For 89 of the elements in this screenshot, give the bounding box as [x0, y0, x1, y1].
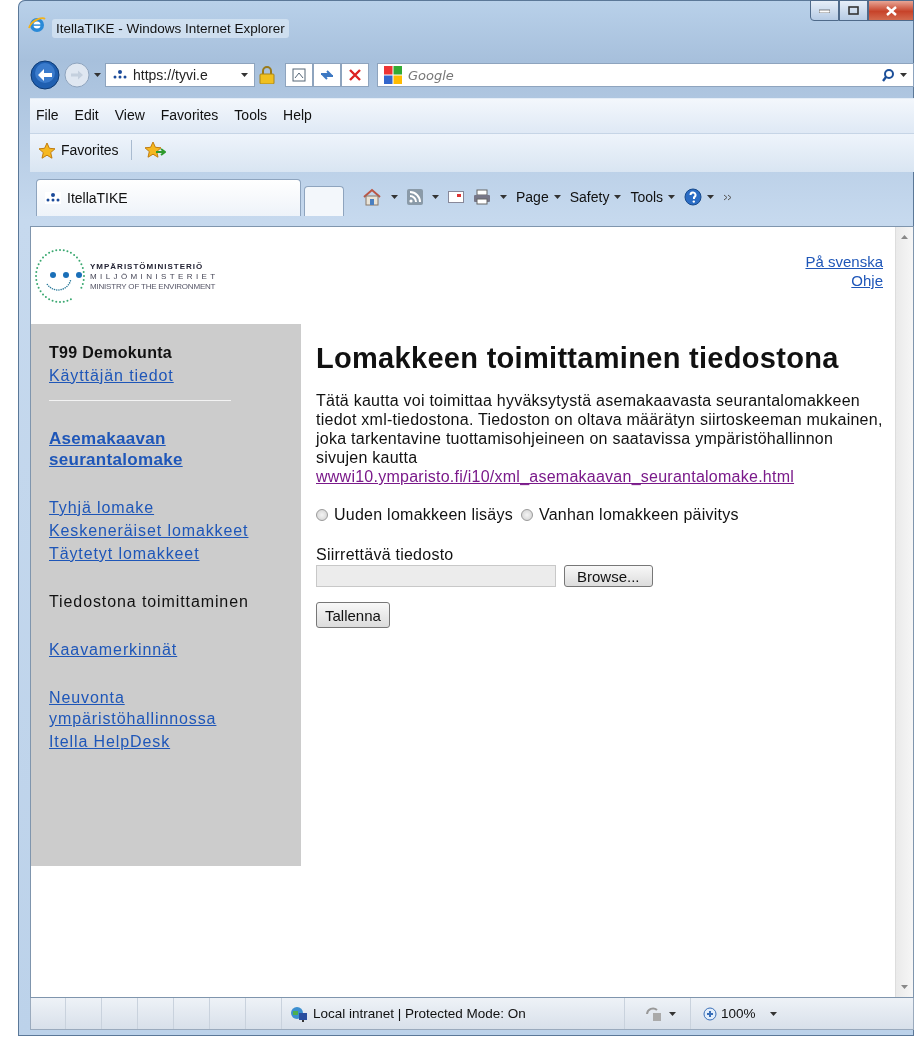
radio-label: Vanhan lomakkeen päivitys: [538, 506, 739, 524]
file-label: Siirrettävä tiedosto: [316, 546, 455, 564]
menu-item[interactable]: View: [114, 107, 145, 123]
security-zone-text: Local intranet | Protected Mode: On: [313, 1006, 526, 1021]
scroll-up-icon[interactable]: [901, 235, 908, 239]
menu-item[interactable]: Favorites: [160, 107, 219, 123]
sidebar-current-item: Tiedostona toimittaminen: [49, 592, 249, 612]
sidebar-link[interactable]: Asemakaavan seurantalomake: [49, 428, 271, 470]
stop-button[interactable]: [341, 63, 369, 87]
save-button[interactable]: Tallenna: [316, 602, 390, 628]
radio-button[interactable]: [316, 509, 328, 521]
command-menu[interactable]: Tools: [630, 189, 676, 205]
home-icon[interactable]: [362, 188, 382, 206]
site-icon: [112, 69, 128, 81]
logo-text: MINISTRY OF THE ENVIRONMENT: [90, 281, 217, 291]
caret-icon[interactable]: [769, 1011, 777, 1016]
page-icon: [292, 68, 306, 82]
schema-link[interactable]: wwwi10.ymparisto.fi/i10/xml_asemakaavan_seurantalomake.html: [316, 467, 885, 486]
caret-icon[interactable]: [500, 195, 507, 199]
caret-icon[interactable]: [432, 195, 439, 199]
page-heading: Lomakkeen toimittaminen tiedostona: [316, 342, 840, 375]
logo-text: MILJÖMINISTERIET: [90, 271, 219, 281]
header-link[interactable]: På svenska: [805, 253, 883, 270]
caret-icon[interactable]: [900, 73, 907, 77]
search-bar[interactable]: Google: [377, 63, 914, 87]
file-field[interactable]: [316, 565, 556, 587]
sidebar-link[interactable]: Itella HelpDesk: [49, 731, 171, 752]
minimize-button[interactable]: [810, 0, 839, 21]
print-icon[interactable]: [473, 189, 491, 205]
sidebar-link[interactable]: Kaavamerkinnät: [49, 639, 178, 660]
sidebar-link[interactable]: Tyhjä lomake: [49, 497, 155, 518]
help-menu[interactable]: [684, 188, 715, 206]
sidebar-link[interactable]: Neuvonta ympäristöhallinnossa: [49, 687, 271, 729]
zoom-icon: [703, 1006, 717, 1021]
close-button[interactable]: [868, 0, 914, 21]
sidebar-link[interactable]: Keskeneräiset lomakkeet: [49, 520, 249, 541]
menu-item[interactable]: Edit: [74, 107, 99, 123]
menu-item[interactable]: Tools: [234, 107, 268, 123]
network-icon: [290, 1005, 308, 1022]
help-icon: [684, 188, 703, 206]
star-icon: [38, 141, 56, 159]
caret-icon[interactable]: [94, 73, 101, 77]
search-icon[interactable]: [882, 68, 894, 82]
address-field[interactable]: https://tyvi.e: [105, 63, 255, 87]
add-favorite-icon[interactable]: [143, 141, 166, 159]
caret-icon[interactable]: [391, 195, 398, 199]
radio-button[interactable]: [520, 509, 533, 521]
logo-text: YMPÄRISTÖMINISTERIÖ: [90, 261, 205, 271]
caret-icon: [241, 73, 248, 77]
minimize-icon: [819, 8, 830, 13]
scroll-down-icon[interactable]: [901, 985, 908, 989]
caret-icon[interactable]: [669, 1011, 676, 1016]
browser-tab[interactable]: ItellaTIKE: [36, 179, 301, 216]
maximize-button[interactable]: [839, 0, 868, 21]
close-icon: [885, 5, 897, 16]
radio-label: Uuden lomakkeen lisäys: [334, 506, 513, 524]
caret-icon: [668, 195, 676, 199]
caret-icon: [553, 195, 561, 199]
feed-icon[interactable]: [407, 189, 423, 205]
command-menu[interactable]: Page: [516, 189, 561, 205]
site-icon: [45, 192, 61, 204]
sidebar-link[interactable]: Käyttäjän tiedot: [49, 365, 174, 386]
menu-item[interactable]: Help: [283, 107, 312, 123]
maximize-icon: [848, 6, 859, 15]
favorites-button[interactable]: Favorites: [38, 141, 119, 159]
compatibility-button[interactable]: [285, 63, 313, 87]
stop-icon: [349, 69, 361, 81]
caret-icon: [614, 195, 622, 199]
refresh-icon: [319, 69, 335, 81]
menu-item[interactable]: File: [36, 107, 59, 123]
browse-button[interactable]: Browse...: [564, 565, 653, 587]
user-name: T99 Demokunta: [49, 343, 173, 363]
intro-text: Tätä kautta voi toimittaa hyväksytystä asemakaavasta seurantalomakkeen tiedot xml-tiedostona. Tiedoston on oltava määrätyn siirtoskeeman mukainen, joka tarkentavine tuottamisohjeineen on saatavissa ympäristöhallinnon sivujen kautta: [316, 391, 884, 467]
refresh-button[interactable]: [313, 63, 341, 87]
search-input[interactable]: Google: [408, 67, 876, 83]
mail-icon[interactable]: [448, 191, 464, 203]
command-menu[interactable]: Safety: [569, 189, 622, 205]
zoom-control[interactable]: 100%: [691, 1006, 770, 1021]
lock-icon: [259, 66, 275, 84]
back-icon[interactable]: [30, 60, 60, 90]
window-title: ItellaTIKE - Windows Internet Explorer: [52, 19, 289, 38]
caret-icon: [707, 195, 715, 199]
protected-mode-icon[interactable]: [645, 1005, 663, 1022]
sidebar-link[interactable]: Täytetyt lomakkeet: [49, 543, 200, 564]
ministry-logo-icon: [33, 247, 87, 305]
header-link[interactable]: Ohje: [851, 272, 883, 289]
more-chevron-icon[interactable]: [723, 193, 733, 201]
browser-logo-icon: [28, 16, 46, 34]
search-provider-icon: [384, 66, 402, 84]
